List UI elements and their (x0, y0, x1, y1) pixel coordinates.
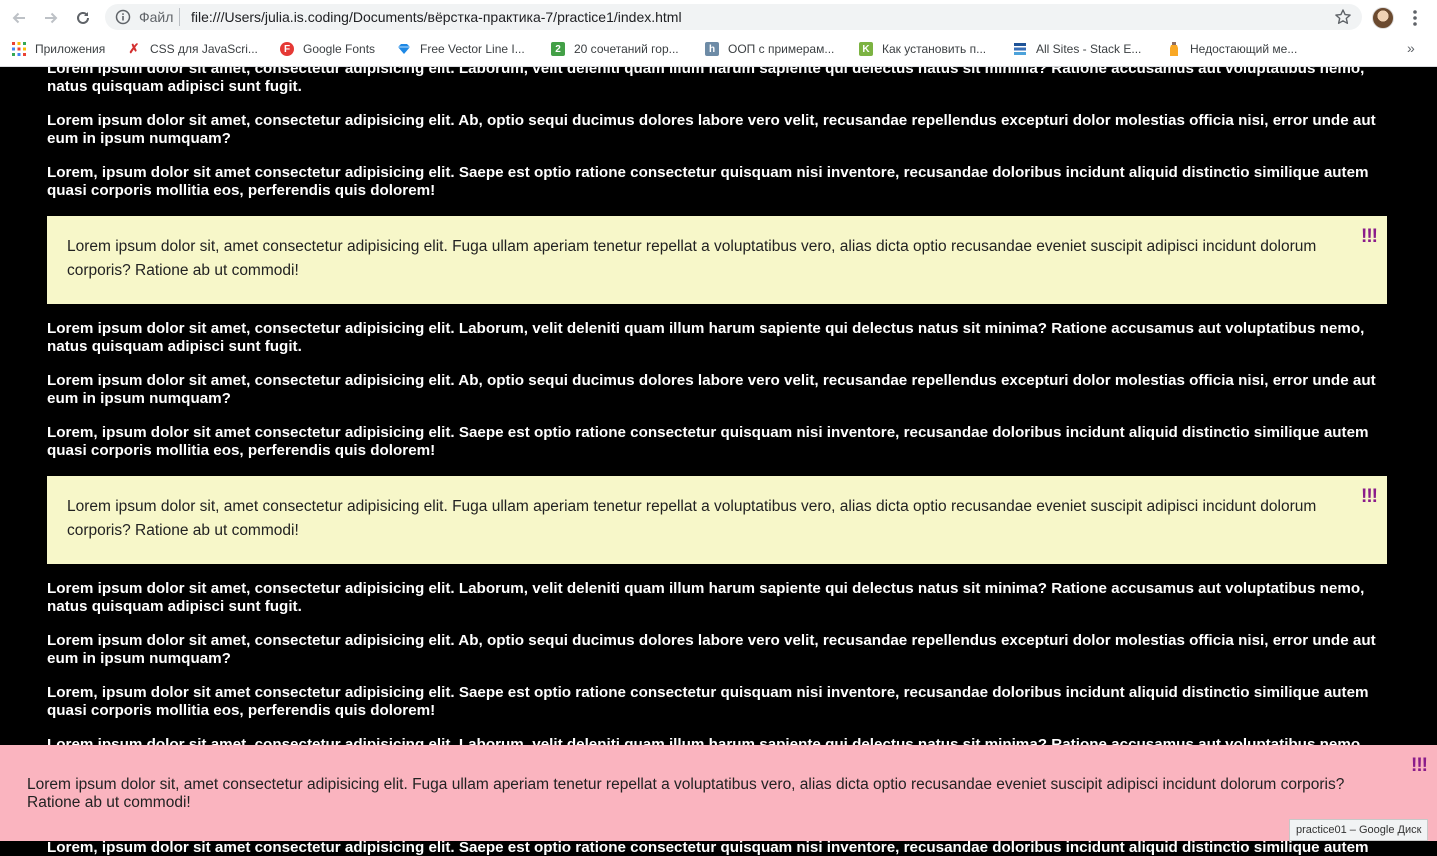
fixed-note-text: Lorem ipsum dolor sit, amet consectetur … (27, 776, 1345, 811)
back-button[interactable] (8, 7, 30, 29)
bookmark-label: Приложения (35, 42, 106, 56)
bookmark-stackexchange[interactable]: All Sites - Stack E... (1013, 41, 1141, 57)
bookmark-star-icon[interactable] (1334, 8, 1352, 26)
paragraph: Lorem ipsum dolor sit amet, consectetur … (47, 112, 1376, 147)
more-bookmarks-button[interactable]: » (1407, 40, 1415, 56)
fixed-note-box: Lorem ipsum dolor sit, amet consectetur … (0, 745, 1437, 841)
bookmark-label: Google Fonts (303, 42, 376, 56)
address-bar[interactable]: Файл file:///Users/julia.is.coding/Docum… (105, 4, 1362, 30)
forward-arrow-icon (45, 12, 58, 24)
fixed-note-exclamation-mark: !!! (1411, 755, 1428, 776)
back-arrow-icon (12, 12, 25, 24)
css-js-icon: ✗ (128, 41, 140, 56)
bookmark-label: CSS для JavaScri... (150, 42, 258, 56)
url-text[interactable]: file:///Users/julia.is.coding/Documents/… (191, 9, 682, 25)
menu-dots-icon[interactable] (1406, 8, 1424, 28)
address-separator (179, 8, 180, 26)
habr-icon: h (705, 42, 719, 56)
google-fonts-icon: F (280, 42, 294, 56)
note-exclamation-mark: !!! (1361, 226, 1378, 247)
note-exclamation-mark: !!! (1361, 486, 1378, 507)
profile-avatar[interactable] (1372, 7, 1394, 29)
bookmark-label: Недостающий ме... (1190, 42, 1298, 56)
scheme-label: Файл (139, 9, 174, 25)
forward-button[interactable] (40, 7, 62, 29)
apps-grid-icon (12, 42, 26, 56)
content-column: Lorem ipsum dolor sit amet, consectetur … (47, 67, 1387, 788)
bookmark-missing[interactable]: Недостающий ме... (1167, 41, 1297, 57)
bookmark-label: Как установить п... (882, 42, 987, 56)
bookmark-oop[interactable]: h ООП с примерам... (705, 41, 834, 57)
bookmark-hotkeys[interactable]: 2 20 сочетаний гор... (551, 41, 679, 57)
bookmark-apps[interactable]: Приложения (12, 41, 105, 57)
note-box: Lorem ipsum dolor sit, amet consectetur … (47, 476, 1387, 564)
bookmark-install[interactable]: K Как установить п... (859, 41, 986, 57)
status-tooltip: practice01 – Google Диск (1289, 819, 1429, 841)
diamond-icon (397, 42, 411, 56)
paragraph: Lorem ipsum dolor sit amet, consectetur … (47, 67, 1365, 95)
bookmark-label: ООП с примерам... (728, 42, 835, 56)
paragraph: Lorem, ipsum dolor sit amet consectetur … (47, 839, 1369, 856)
bookmark-label: All Sites - Stack E... (1036, 42, 1142, 56)
note-box: Lorem ipsum dolor sit, amet consectetur … (47, 216, 1387, 304)
reload-button[interactable] (72, 7, 94, 29)
bookmark-css-js[interactable]: ✗ CSS для JavaScri... (127, 41, 258, 57)
paragraph: Lorem, ipsum dolor sit amet consectetur … (47, 164, 1369, 199)
bookmark-label: Free Vector Line I... (420, 42, 525, 56)
browser-chrome: Файл file:///Users/julia.is.coding/Docum… (0, 0, 1437, 67)
note-text: Lorem ipsum dolor sit, amet consectetur … (67, 238, 1317, 279)
stackexchange-icon (1013, 42, 1027, 56)
bookmark-label: 20 сочетаний гор... (574, 42, 679, 56)
site-icon: K (859, 42, 873, 56)
bookmark-google-fonts[interactable]: F Google Fonts (280, 41, 375, 57)
paragraph: Lorem ipsum dolor sit amet, consectetur … (47, 580, 1365, 615)
paragraph: Lorem ipsum dolor sit amet, consectetur … (47, 320, 1365, 355)
page-viewport: Lorem ipsum dolor sit amet, consectetur … (0, 67, 1437, 856)
bottle-icon (1167, 42, 1181, 56)
browser-toolbar: Файл file:///Users/julia.is.coding/Docum… (0, 0, 1437, 35)
paragraph: Lorem ipsum dolor sit amet, consectetur … (47, 372, 1376, 407)
info-icon[interactable] (115, 9, 131, 25)
paragraph: Lorem, ipsum dolor sit amet consectetur … (47, 424, 1369, 459)
paragraph: Lorem ipsum dolor sit amet, consectetur … (47, 632, 1376, 667)
paragraph: Lorem, ipsum dolor sit amet consectetur … (47, 684, 1369, 719)
note-text: Lorem ipsum dolor sit, amet consectetur … (67, 498, 1317, 539)
bookmark-free-vector[interactable]: Free Vector Line I... (397, 41, 525, 57)
reload-icon (77, 11, 89, 24)
hotkeys-icon: 2 (551, 42, 565, 56)
